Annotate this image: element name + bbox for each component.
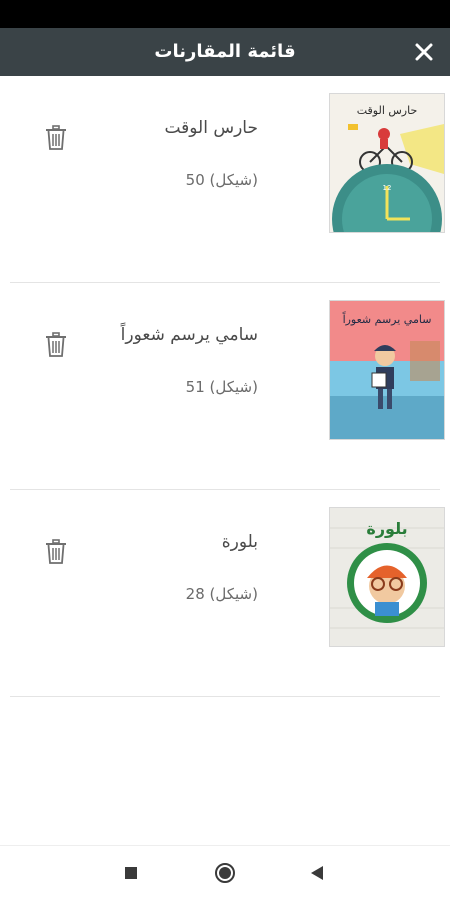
recent-apps-button[interactable] — [114, 856, 148, 890]
list-item: حارس الوقت 12 حارس الوقت 50 (شيكل) — [0, 76, 450, 283]
cover-title: حارس الوقت — [357, 104, 418, 117]
page-title: قائمة المقارنات — [154, 41, 296, 62]
close-button[interactable] — [406, 34, 442, 70]
delete-button[interactable] — [42, 536, 70, 568]
item-price: 28 (شيكل) — [185, 585, 258, 603]
delete-button[interactable] — [42, 329, 70, 361]
book-cover-image[interactable]: حارس الوقت 12 — [329, 93, 445, 233]
cover-title: بلورة — [366, 519, 407, 538]
item-name: حارس الوقت — [164, 118, 258, 138]
trash-icon — [46, 539, 66, 564]
list-item: بلورة بلورة 28 (شيكل) — [0, 490, 450, 697]
delete-button[interactable] — [42, 122, 70, 154]
trash-icon — [46, 332, 66, 357]
square-icon — [125, 867, 137, 879]
item-price: 51 (شيكل) — [185, 378, 258, 396]
book-cover-image[interactable]: بلورة — [329, 507, 445, 647]
back-button[interactable] — [300, 856, 334, 890]
item-name: بلورة — [221, 532, 258, 552]
item-divider — [10, 696, 440, 697]
item-price: 50 (شيكل) — [185, 171, 258, 189]
triangle-back-icon — [311, 866, 323, 880]
system-nav-bar — [0, 845, 450, 900]
svg-text:12: 12 — [383, 184, 392, 192]
app-bar: قائمة المقارنات — [0, 28, 450, 76]
book-cover-illustration: بلورة — [330, 508, 444, 646]
book-cover-illustration: حارس الوقت 12 — [330, 94, 444, 232]
book-cover-image[interactable]: سامي يرسم شعوراً — [329, 300, 445, 440]
comparison-list: حارس الوقت 12 حارس الوقت 50 (شيكل) سامي … — [0, 76, 450, 697]
trash-icon — [46, 125, 66, 150]
home-button[interactable] — [208, 856, 242, 890]
status-bar — [0, 0, 450, 28]
close-icon — [415, 43, 433, 61]
item-name: سامي يرسم شعوراً — [120, 325, 258, 345]
book-cover-illustration: سامي يرسم شعوراً — [330, 301, 444, 439]
list-item: سامي يرسم شعوراً سامي يرسم شعوراً 51 (شي… — [0, 283, 450, 490]
cover-title: سامي يرسم شعوراً — [342, 311, 431, 326]
circle-icon — [215, 863, 235, 883]
